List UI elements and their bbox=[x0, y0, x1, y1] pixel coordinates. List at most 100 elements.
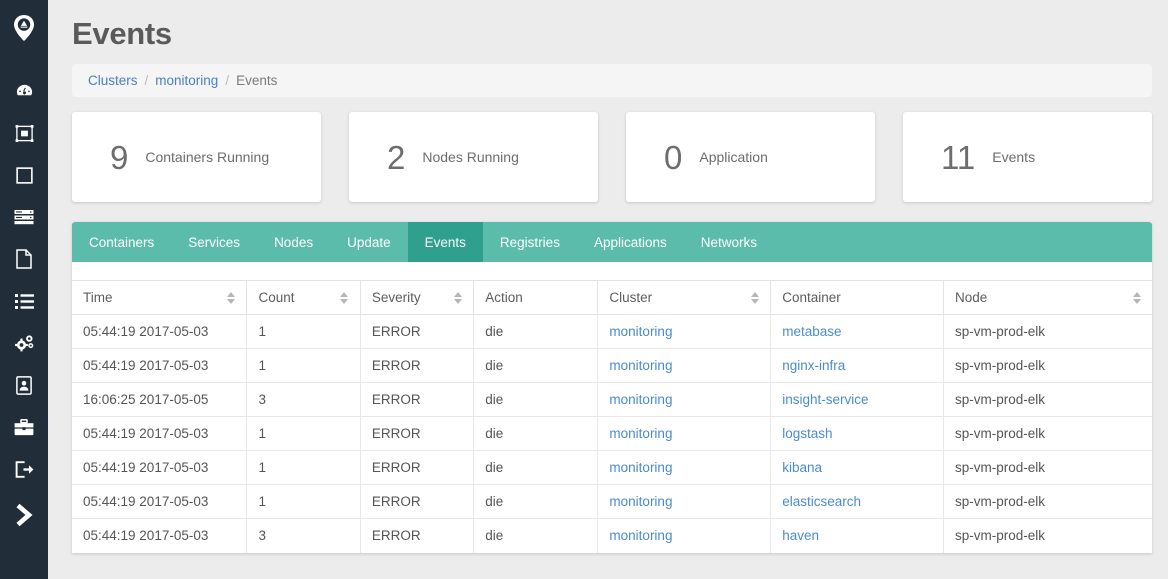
cell-action: die bbox=[473, 382, 599, 417]
cell-cluster: monitoring bbox=[597, 382, 772, 417]
column-header-action[interactable]: Action bbox=[473, 280, 599, 315]
cell-container: haven bbox=[770, 518, 945, 553]
breadcrumb: Clusters / monitoring / Events bbox=[72, 64, 1152, 97]
briefcase-icon bbox=[14, 418, 34, 435]
cell-severity: ERROR bbox=[360, 314, 475, 349]
sort-icon[interactable] bbox=[340, 291, 349, 304]
cell-node: sp-vm-prod-elk bbox=[943, 450, 1152, 485]
cell-action: die bbox=[473, 416, 599, 451]
events-table-head: Time Count Severity Action Cluster Conta… bbox=[72, 280, 1152, 315]
cell-cluster: monitoring bbox=[597, 484, 772, 519]
events-table-body: 05:44:19 2017-05-03 1 ERROR die monitoring me… bbox=[72, 314, 1152, 553]
column-label: Container bbox=[782, 290, 841, 305]
cell-count: 1 bbox=[246, 348, 361, 383]
cell-container-link[interactable]: kibana bbox=[782, 460, 822, 475]
sidebar-expander[interactable] bbox=[0, 494, 48, 536]
cell-cluster: monitoring bbox=[597, 348, 772, 383]
cell-container-link[interactable]: haven bbox=[782, 528, 819, 543]
sort-icon[interactable] bbox=[453, 291, 462, 304]
table-row: 05:44:19 2017-05-03 1 ERROR die monitoring ng… bbox=[72, 348, 1152, 383]
cell-action: die bbox=[473, 314, 599, 349]
cell-container: insight-service bbox=[770, 382, 945, 417]
breadcrumb-clusters[interactable]: Clusters bbox=[88, 73, 138, 88]
cell-node: sp-vm-prod-elk bbox=[943, 314, 1152, 349]
sidebar-item-account[interactable] bbox=[0, 364, 48, 406]
column-header-time[interactable]: Time bbox=[72, 280, 248, 315]
tab-update[interactable]: Update bbox=[330, 222, 408, 262]
stat-card-nodes-running: 2 Nodes Running bbox=[349, 112, 598, 202]
stat-value: 11 bbox=[941, 138, 976, 176]
cell-count: 1 bbox=[246, 314, 361, 349]
table-row: 05:44:19 2017-05-03 1 ERROR die monitoring me… bbox=[72, 314, 1152, 349]
cell-container-link[interactable]: insight-service bbox=[782, 392, 868, 407]
sidebar-item-settings[interactable] bbox=[0, 322, 48, 364]
stat-card-application: 0 Application bbox=[626, 112, 875, 202]
stat-cards: 9 Containers Running 2 Nodes Running 0 A… bbox=[72, 112, 1152, 202]
cell-cluster: monitoring bbox=[597, 450, 772, 485]
main-content: Events Clusters / monitoring / Events 9 … bbox=[48, 0, 1168, 579]
sidebar-item-list[interactable] bbox=[0, 280, 48, 322]
cell-severity: ERROR bbox=[360, 484, 475, 519]
chevron-right-icon bbox=[16, 503, 33, 527]
container-icon bbox=[15, 166, 33, 184]
sidebar-item-containers[interactable] bbox=[0, 154, 48, 196]
cell-container: nginx-infra bbox=[770, 348, 945, 383]
tab-services[interactable]: Services bbox=[171, 222, 257, 262]
cell-cluster-link[interactable]: monitoring bbox=[609, 426, 672, 441]
cell-cluster-link[interactable]: monitoring bbox=[609, 460, 672, 475]
cell-cluster-link[interactable]: monitoring bbox=[609, 392, 672, 407]
sort-icon[interactable] bbox=[750, 291, 759, 304]
sidebar-item-servers[interactable] bbox=[0, 196, 48, 238]
tab-applications[interactable]: Applications bbox=[577, 222, 684, 262]
cell-cluster-link[interactable]: monitoring bbox=[609, 358, 672, 373]
cell-severity: ERROR bbox=[360, 348, 475, 383]
cell-cluster-link[interactable]: monitoring bbox=[609, 494, 672, 509]
cell-count: 1 bbox=[246, 416, 361, 451]
sidebar-item-clusters[interactable] bbox=[0, 112, 48, 154]
stat-value: 2 bbox=[387, 138, 406, 176]
column-label: Time bbox=[83, 290, 113, 305]
cell-container: elasticsearch bbox=[770, 484, 945, 519]
tab-networks[interactable]: Networks bbox=[684, 222, 774, 262]
cell-container-link[interactable]: metabase bbox=[782, 324, 841, 339]
column-header-cluster[interactable]: Cluster bbox=[597, 280, 772, 315]
page-title: Events bbox=[72, 16, 172, 51]
breadcrumb-separator-1: / bbox=[144, 73, 149, 88]
stat-value: 9 bbox=[110, 138, 129, 176]
cell-cluster-link[interactable]: monitoring bbox=[609, 324, 672, 339]
sort-icon[interactable] bbox=[226, 291, 235, 304]
sidebar bbox=[0, 0, 48, 579]
sidebar-item-logout[interactable] bbox=[0, 448, 48, 490]
cell-node: sp-vm-prod-elk bbox=[943, 484, 1152, 519]
column-header-severity[interactable]: Severity bbox=[360, 280, 475, 315]
stat-value: 0 bbox=[664, 138, 683, 176]
cell-cluster: monitoring bbox=[597, 518, 772, 553]
column-header-container[interactable]: Container bbox=[770, 280, 945, 315]
cell-node: sp-vm-prod-elk bbox=[955, 528, 1046, 544]
sort-icon[interactable] bbox=[1132, 291, 1141, 304]
cell-cluster-link[interactable]: monitoring bbox=[609, 528, 672, 543]
table-row: 05:44:19 2017-05-03 1 ERROR die monitoring lo… bbox=[72, 416, 1152, 451]
cell-severity: ERROR bbox=[360, 416, 475, 451]
column-header-node[interactable]: Node bbox=[943, 280, 1152, 315]
cell-node: sp-vm-prod-elk bbox=[943, 416, 1152, 451]
column-header-count[interactable]: Count bbox=[246, 280, 361, 315]
tab-events[interactable]: Events bbox=[407, 222, 483, 262]
sidebar-item-projects[interactable] bbox=[0, 406, 48, 448]
tab-nodes[interactable]: Nodes bbox=[257, 222, 330, 262]
id-card-icon bbox=[16, 375, 32, 395]
breadcrumb-monitoring[interactable]: monitoring bbox=[155, 73, 218, 88]
cell-container-link[interactable]: logstash bbox=[782, 426, 832, 441]
column-label: Node bbox=[955, 290, 988, 305]
tab-registries[interactable]: Registries bbox=[483, 222, 577, 262]
app-logo[interactable] bbox=[0, 8, 48, 48]
sidebar-item-dashboard[interactable] bbox=[0, 70, 48, 112]
tab-containers[interactable]: Containers bbox=[72, 222, 171, 262]
cell-time: 16:06:25 2017-05-05 bbox=[72, 382, 248, 417]
sidebar-item-documents[interactable] bbox=[0, 238, 48, 280]
cell-container-link[interactable]: nginx-infra bbox=[782, 358, 845, 373]
cell-container-link[interactable]: elasticsearch bbox=[782, 494, 861, 509]
cluster-icon bbox=[15, 124, 33, 142]
table-header-row: Time Count Severity Action Cluster Conta… bbox=[72, 280, 1152, 315]
cell-container: kibana bbox=[770, 450, 945, 485]
